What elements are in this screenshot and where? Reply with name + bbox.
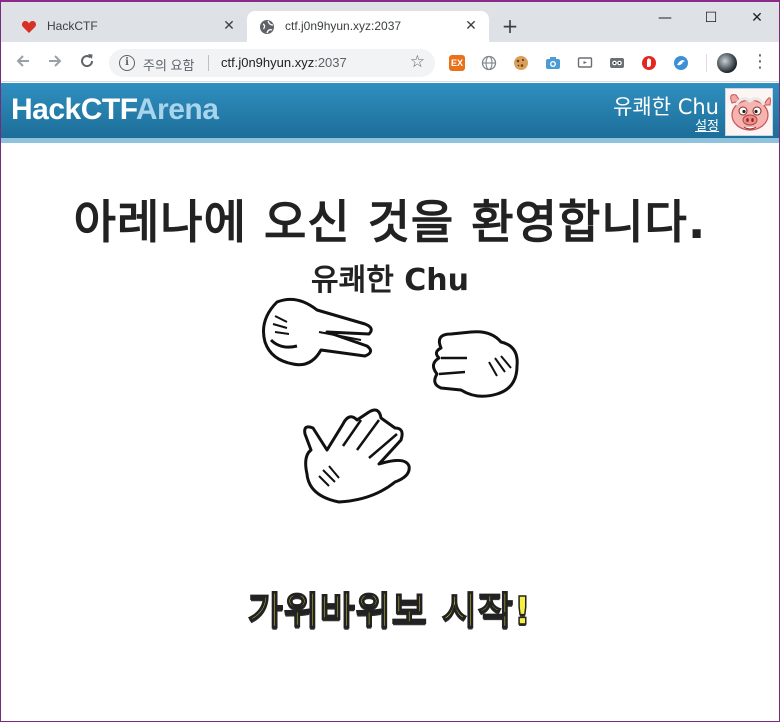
brand-secondary: Arena bbox=[135, 93, 219, 126]
eyes-icon[interactable] bbox=[609, 55, 625, 71]
info-icon[interactable]: i bbox=[119, 55, 135, 71]
reload-button[interactable] bbox=[77, 52, 97, 72]
screen-icon bbox=[577, 57, 593, 68]
toolbar-divider bbox=[706, 54, 707, 72]
back-button[interactable] bbox=[13, 52, 33, 72]
globe-icon[interactable] bbox=[481, 55, 497, 71]
pig-avatar-icon bbox=[726, 89, 772, 135]
rock-hand[interactable] bbox=[432, 330, 519, 398]
url-port: :2037 bbox=[314, 55, 347, 70]
tab-title: HackCTF bbox=[47, 19, 98, 33]
tab-hackctf[interactable]: HackCTF ✕ bbox=[9, 11, 247, 42]
forward-button[interactable] bbox=[45, 52, 65, 72]
ex-icon[interactable]: EX bbox=[449, 55, 465, 71]
globe-icon bbox=[260, 20, 274, 34]
main-content: 아레나에 오신 것을 환영합니다. 유쾌한 Chu 가위바위보 시작! bbox=[1, 148, 779, 721]
omnibox-divider bbox=[208, 55, 209, 71]
bookmark-star-icon[interactable]: ☆ bbox=[410, 52, 425, 72]
welcome-heading: 아레나에 오신 것을 환영합니다. bbox=[73, 195, 707, 249]
bird-icon bbox=[674, 56, 688, 70]
browser-window: HackCTF ✕ ctf.j0n9hyun.xyz:2037 ✕ + — ☐ … bbox=[0, 0, 780, 722]
avatar[interactable] bbox=[725, 88, 773, 136]
reload-icon bbox=[81, 54, 94, 68]
settings-link[interactable]: 설정 bbox=[695, 115, 719, 134]
minimize-button[interactable]: — bbox=[643, 6, 687, 32]
camera-icon bbox=[546, 57, 560, 69]
tab-title: ctf.j0n9hyun.xyz:2037 bbox=[285, 19, 402, 33]
heart-icon bbox=[21, 21, 37, 33]
url-host: ctf.j0n9hyun.xyz bbox=[221, 55, 315, 70]
scissors-hand[interactable] bbox=[257, 296, 377, 376]
url-text[interactable]: ctf.j0n9hyun.xyz:2037 bbox=[221, 55, 347, 70]
maximize-button[interactable]: ☐ bbox=[689, 6, 733, 32]
tab-strip: HackCTF ✕ ctf.j0n9hyun.xyz:2037 ✕ + — ☐ … bbox=[1, 2, 779, 42]
forward-arrow-icon bbox=[49, 55, 62, 67]
eyes-icon bbox=[610, 58, 624, 68]
site-header: HackCTFArena 유쾌한 Chu 설정 bbox=[1, 83, 779, 143]
start-game-button[interactable]: 가위바위보 시작! bbox=[1, 580, 779, 635]
close-tab-icon[interactable]: ✕ bbox=[463, 17, 479, 33]
security-warning[interactable]: 주의 요함 bbox=[143, 55, 194, 74]
site-logo[interactable]: HackCTFArena bbox=[11, 93, 219, 127]
cookie-icon bbox=[514, 56, 528, 70]
back-arrow-icon bbox=[16, 55, 29, 67]
profile-avatar[interactable] bbox=[717, 53, 737, 73]
camera-icon[interactable] bbox=[545, 55, 561, 71]
paper-hand[interactable] bbox=[303, 408, 411, 504]
close-window-button[interactable]: ✕ bbox=[735, 6, 779, 32]
player-name: 유쾌한 Chu bbox=[311, 263, 469, 298]
bird-icon[interactable] bbox=[673, 55, 689, 71]
tab-arena[interactable]: ctf.j0n9hyun.xyz:2037 ✕ bbox=[247, 11, 489, 42]
close-tab-icon[interactable]: ✕ bbox=[221, 17, 237, 33]
cookie-icon[interactable] bbox=[513, 55, 529, 71]
stop-icon bbox=[642, 56, 656, 70]
new-tab-button[interactable]: + bbox=[499, 16, 521, 36]
screen-icon[interactable] bbox=[577, 55, 593, 71]
menu-dots-icon[interactable]: ⋮ bbox=[751, 51, 769, 73]
address-bar[interactable]: i 주의 요함 ctf.j0n9hyun.xyz:2037 ☆ bbox=[109, 49, 435, 77]
globe-icon bbox=[481, 55, 497, 71]
browser-toolbar: i 주의 요함 ctf.j0n9hyun.xyz:2037 ☆ EX ⋮ bbox=[1, 42, 779, 82]
stop-icon[interactable] bbox=[641, 55, 657, 71]
brand-primary: HackCTF bbox=[11, 93, 136, 126]
